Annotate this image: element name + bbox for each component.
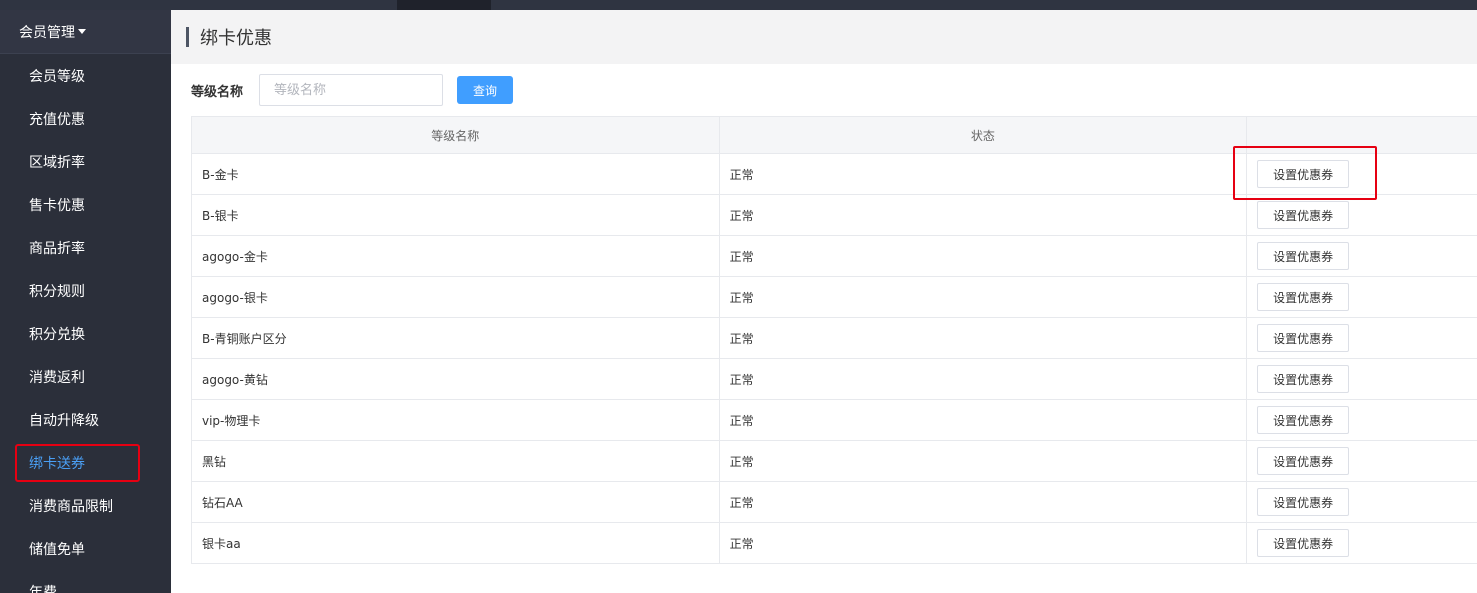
page-title: 绑卡优惠	[200, 28, 272, 49]
search-label: 等级名称	[191, 84, 244, 100]
set-coupon-button[interactable]: 设置优惠券	[1257, 447, 1350, 475]
cell-status: 正常	[719, 441, 1248, 482]
table-body: B-金卡 正常 设置优惠券 B-银卡 正常 设置优惠券 agogo-金卡 正常 设置优惠券 ago…	[192, 154, 1477, 564]
table-row: 钻石AA 正常 设置优惠券	[192, 482, 1477, 523]
cell-level-name: B-青铜账户区分	[192, 318, 720, 359]
table-row: B-银卡 正常 设置优惠券	[192, 195, 1477, 236]
page-header: 绑卡优惠	[171, 10, 1477, 64]
set-coupon-button[interactable]: 设置优惠券	[1257, 324, 1350, 352]
column-header-action	[1247, 117, 1477, 154]
sidebar-item[interactable]: 消费商品限制	[0, 484, 171, 527]
sidebar-item-label: 消费商品限制	[29, 498, 113, 515]
cell-action: 设置优惠券	[1247, 236, 1477, 277]
sidebar-item-label: 售卡优惠	[29, 197, 85, 214]
sidebar-item[interactable]: 售卡优惠	[0, 183, 171, 226]
set-coupon-button[interactable]: 设置优惠券	[1257, 160, 1350, 188]
cell-level-name: vip-物理卡	[192, 400, 720, 441]
cell-action: 设置优惠券	[1247, 195, 1477, 236]
column-header-status: 状态	[719, 117, 1248, 154]
sidebar-item-label: 积分规则	[29, 283, 85, 300]
sidebar-item[interactable]: 商品折率	[0, 226, 171, 269]
cell-action: 设置优惠券	[1247, 523, 1477, 564]
cell-action: 设置优惠券	[1247, 318, 1477, 359]
title-accent-bar	[186, 27, 189, 47]
set-coupon-button[interactable]: 设置优惠券	[1257, 242, 1350, 270]
cell-status: 正常	[719, 277, 1248, 318]
sidebar-item[interactable]: 充值优惠	[0, 97, 171, 140]
sidebar-item-label: 绑卡送券	[29, 455, 85, 472]
cell-level-name: agogo-黄钻	[192, 359, 720, 400]
cell-status: 正常	[719, 359, 1248, 400]
cell-status: 正常	[719, 195, 1248, 236]
table-row: B-金卡 正常 设置优惠券	[192, 154, 1477, 195]
sidebar-item-label: 自动升降级	[29, 412, 99, 429]
sidebar-item-label: 储值免单	[29, 541, 85, 558]
cell-status: 正常	[719, 318, 1248, 359]
set-coupon-button[interactable]: 设置优惠券	[1257, 406, 1350, 434]
main-content: 绑卡优惠 等级名称 查询 等级名称 状态 B-金卡正常设置优惠券B-银卡正常设置…	[171, 10, 1477, 593]
sidebar-group-label: 会员管理	[19, 24, 75, 41]
top-bar-tab[interactable]	[397, 0, 491, 10]
sidebar-item-label: 年费	[29, 584, 57, 593]
cell-level-name: B-金卡	[192, 154, 720, 195]
level-name-input[interactable]	[259, 74, 443, 106]
query-button[interactable]: 查询	[457, 76, 513, 104]
cell-level-name: B-银卡	[192, 195, 720, 236]
set-coupon-button[interactable]: 设置优惠券	[1257, 488, 1350, 516]
cell-action: 设置优惠券	[1247, 277, 1477, 318]
sidebar-item[interactable]: 年费	[0, 570, 171, 593]
sidebar-item-label: 商品折率	[29, 240, 85, 257]
sidebar-item[interactable]: 会员等级	[0, 54, 171, 97]
table-row: agogo-金卡 正常 设置优惠券	[192, 236, 1477, 277]
top-bar	[0, 0, 1477, 10]
table-row: B-青铜账户区分 正常 设置优惠券	[192, 318, 1477, 359]
sidebar-group-member-management[interactable]: 会员管理	[0, 10, 171, 54]
table-row: 黑钻 正常 设置优惠券	[192, 441, 1477, 482]
cell-status: 正常	[719, 154, 1248, 195]
cell-action: 设置优惠券	[1247, 441, 1477, 482]
cell-status: 正常	[719, 400, 1248, 441]
cell-status: 正常	[719, 236, 1248, 277]
column-header-level-name: 等级名称	[192, 117, 720, 154]
sidebar-item[interactable]: 积分规则	[0, 269, 171, 312]
sidebar-item-label: 会员等级	[29, 68, 85, 85]
set-coupon-button[interactable]: 设置优惠券	[1257, 201, 1350, 229]
table-row: agogo-黄钻 正常 设置优惠券	[192, 359, 1477, 400]
cell-level-name: 钻石AA	[192, 482, 720, 523]
table-header: 等级名称 状态	[192, 117, 1477, 154]
cell-level-name: agogo-银卡	[192, 277, 720, 318]
sidebar-item-label: 消费返利	[29, 369, 85, 386]
sidebar-item[interactable]: 绑卡送券	[0, 441, 171, 484]
search-bar: 等级名称 查询	[191, 74, 513, 106]
sidebar-items: 会员等级充值优惠区域折率售卡优惠商品折率积分规则积分兑换消费返利自动升降级绑卡送…	[0, 54, 171, 593]
cell-action: 设置优惠券	[1247, 400, 1477, 441]
level-table: 等级名称 状态 B-金卡 正常 设置优惠券 B-银卡 正常 设置优惠券 agogo-金卡 正常…	[191, 116, 1477, 564]
set-coupon-button[interactable]: 设置优惠券	[1257, 365, 1350, 393]
cell-status: 正常	[719, 523, 1248, 564]
set-coupon-button[interactable]: 设置优惠券	[1257, 529, 1350, 557]
sidebar-item-label: 积分兑换	[29, 326, 85, 343]
table-row: 银卡aa 正常 设置优惠券	[192, 523, 1477, 564]
cell-level-name: agogo-金卡	[192, 236, 720, 277]
sidebar-item[interactable]: 消费返利	[0, 355, 171, 398]
sidebar-item-label: 区域折率	[29, 154, 85, 171]
sidebar: 会员管理 会员等级充值优惠区域折率售卡优惠商品折率积分规则积分兑换消费返利自动升…	[0, 10, 171, 593]
set-coupon-button[interactable]: 设置优惠券	[1257, 283, 1350, 311]
caret-down-icon	[78, 29, 86, 34]
cell-action: 设置优惠券	[1247, 482, 1477, 523]
cell-level-name: 黑钻	[192, 441, 720, 482]
sidebar-item[interactable]: 储值免单	[0, 527, 171, 570]
cell-status: 正常	[719, 482, 1248, 523]
cell-level-name: 银卡aa	[192, 523, 720, 564]
table-row: agogo-银卡 正常 设置优惠券	[192, 277, 1477, 318]
table-row: vip-物理卡 正常 设置优惠券	[192, 400, 1477, 441]
sidebar-item[interactable]: 积分兑换	[0, 312, 171, 355]
sidebar-item[interactable]: 区域折率	[0, 140, 171, 183]
sidebar-item-label: 充值优惠	[29, 111, 85, 128]
cell-action: 设置优惠券	[1247, 359, 1477, 400]
sidebar-item[interactable]: 自动升降级	[0, 398, 171, 441]
cell-action: 设置优惠券	[1247, 154, 1477, 195]
